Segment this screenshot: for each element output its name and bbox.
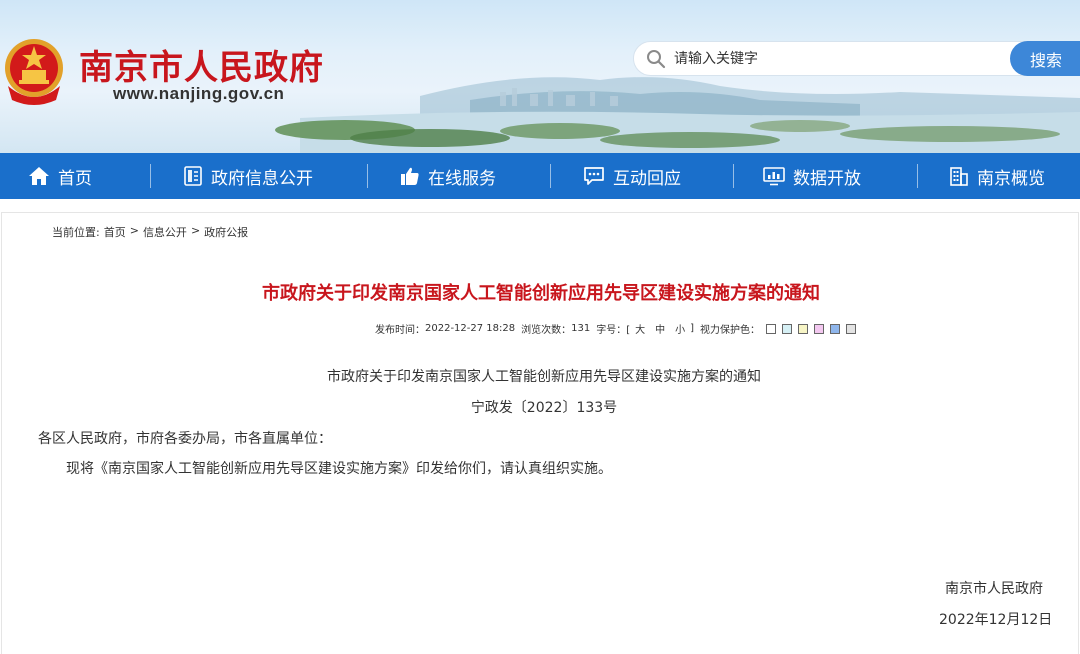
site-title: 南京市人民政府	[79, 48, 324, 88]
national-emblem-icon	[5, 39, 63, 105]
font-size-small-button[interactable]: 小	[675, 321, 685, 336]
site-header: 南京市人民政府 www.nanjing.gov.cn 搜索	[0, 0, 1080, 153]
eye-color-swatch-pink[interactable]	[814, 323, 825, 334]
eye-color-swatch-gray[interactable]	[846, 323, 857, 334]
nav-label-nanjing-overview: 南京概览	[977, 168, 1045, 189]
font-size-bracket: ]	[690, 323, 695, 334]
font-size-medium-button[interactable]: 中	[655, 321, 665, 336]
nav-item-home[interactable]: 首页	[28, 153, 92, 199]
chat-icon	[584, 167, 604, 185]
nav-divider	[150, 164, 151, 188]
document-date: 2022年12月12日	[939, 612, 1053, 628]
nav-label-open-data: 数据开放	[793, 168, 861, 189]
nav-item-nanjing-overview[interactable]: 南京概览	[949, 153, 1045, 199]
eye-color-swatch-white[interactable]	[766, 323, 777, 334]
breadcrumb-separator: >	[129, 224, 139, 237]
breadcrumb-separator: >	[190, 224, 201, 237]
document-body: 现将《南京国家人工智能创新应用先导区建设实施方案》印发给你们，请认真组织实施。	[66, 461, 612, 477]
nav-item-open-data[interactable]: 数据开放	[763, 153, 861, 199]
article-container: 当前位置: 首页 > 信息公开 > 政府公报 市政府关于印发南京国家人工智能创新…	[1, 212, 1079, 654]
eye-protect-label: 视力保护色：	[700, 325, 761, 336]
building-icon	[950, 167, 968, 186]
eye-color-swatch-yellow[interactable]	[798, 323, 809, 334]
site-url: www.nanjing.gov.cn	[113, 84, 285, 103]
nav-item-interaction[interactable]: 互动回应	[583, 153, 681, 199]
thumbs-up-icon	[401, 167, 419, 185]
eye-color-swatch-cyan[interactable]	[782, 323, 793, 334]
main-nav: 首页 政府信息公开 在线服务 互动回应 数据开放 南京概览	[0, 153, 1080, 199]
nav-divider	[917, 164, 918, 188]
document-icon	[184, 166, 202, 186]
publish-time-label: 发布时间：	[375, 325, 425, 336]
search-input[interactable]	[674, 46, 1004, 72]
breadcrumb-link-info-public[interactable]: 信息公开	[143, 224, 187, 240]
nav-label-online-service: 在线服务	[428, 168, 496, 189]
views-label: 浏览次数：	[521, 325, 572, 336]
font-size-label: 字号：[	[596, 325, 631, 336]
nav-label-gov-info: 政府信息公开	[211, 168, 313, 189]
breadcrumb-prefix: 当前位置:	[52, 226, 100, 239]
eye-color-swatch-blue[interactable]	[830, 323, 841, 334]
document-signer: 南京市人民政府	[945, 581, 1043, 597]
nav-divider	[367, 164, 368, 188]
breadcrumb: 当前位置: 首页 > 信息公开 > 政府公报	[52, 224, 248, 240]
nav-item-gov-info[interactable]: 政府信息公开	[183, 153, 313, 199]
article-title: 市政府关于印发南京国家人工智能创新应用先导区建设实施方案的通知	[262, 283, 820, 304]
article-meta: 发布时间： 2022-12-27 18:28 浏览次数： 131 字号：[ 大 …	[375, 321, 857, 336]
breadcrumb-link-home[interactable]: 首页	[104, 224, 126, 240]
font-size-large-button[interactable]: 大	[635, 321, 645, 336]
monitor-chart-icon	[763, 167, 785, 186]
document-heading: 市政府关于印发南京国家人工智能创新应用先导区建设实施方案的通知	[327, 369, 761, 385]
nav-item-online-service[interactable]: 在线服务	[400, 153, 496, 199]
search-icon	[647, 50, 666, 69]
nav-divider	[550, 164, 551, 188]
document-salutation: 各区人民政府，市府各委办局，市各直属单位：	[38, 431, 332, 447]
publish-time: 2022-12-27 18:28	[425, 323, 516, 334]
home-icon	[29, 167, 49, 185]
search-button[interactable]: 搜索	[1010, 41, 1080, 76]
nav-label-interaction: 互动回应	[613, 168, 681, 189]
nav-divider	[733, 164, 734, 188]
document-number: 宁政发〔2022〕133号	[470, 400, 618, 416]
view-count: 131	[571, 323, 591, 334]
breadcrumb-link-gov-gazette[interactable]: 政府公报	[204, 224, 248, 240]
nav-label-home: 首页	[58, 168, 92, 189]
